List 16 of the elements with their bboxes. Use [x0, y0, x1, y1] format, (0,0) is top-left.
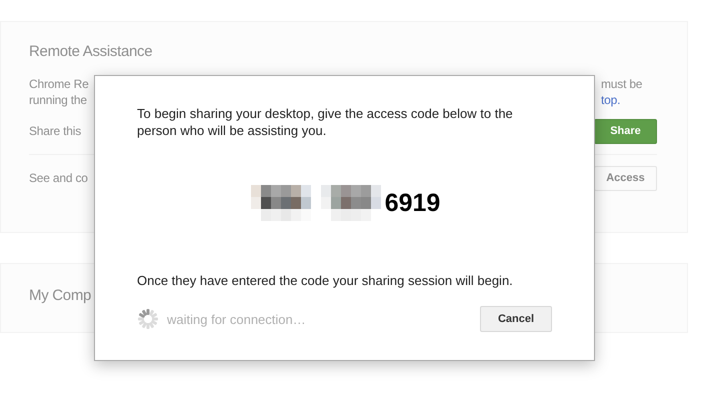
spinner-icon [137, 308, 159, 330]
row-label: See and co [29, 171, 88, 185]
share-button[interactable]: Share [594, 118, 657, 144]
access-button[interactable]: Access [594, 166, 657, 190]
instructions-text: To begin sharing your desktop, give the access code below to the person who will be assisting you. [137, 105, 514, 139]
status-text: waiting for connection… [167, 312, 307, 326]
link[interactable]: top. [601, 92, 620, 108]
section-title: My Comp [29, 287, 92, 304]
description-text: Chrome Re [29, 76, 89, 92]
cancel-button[interactable]: Cancel [480, 306, 552, 332]
description-text: running the [29, 92, 87, 108]
description-text: must be [601, 76, 642, 92]
access-code: 6919 [384, 188, 440, 218]
info-text: Once they have entered the code your sharing session will begin. [137, 273, 514, 288]
section-title: Remote Assistance [29, 43, 154, 60]
row-label: Share this [29, 124, 82, 138]
